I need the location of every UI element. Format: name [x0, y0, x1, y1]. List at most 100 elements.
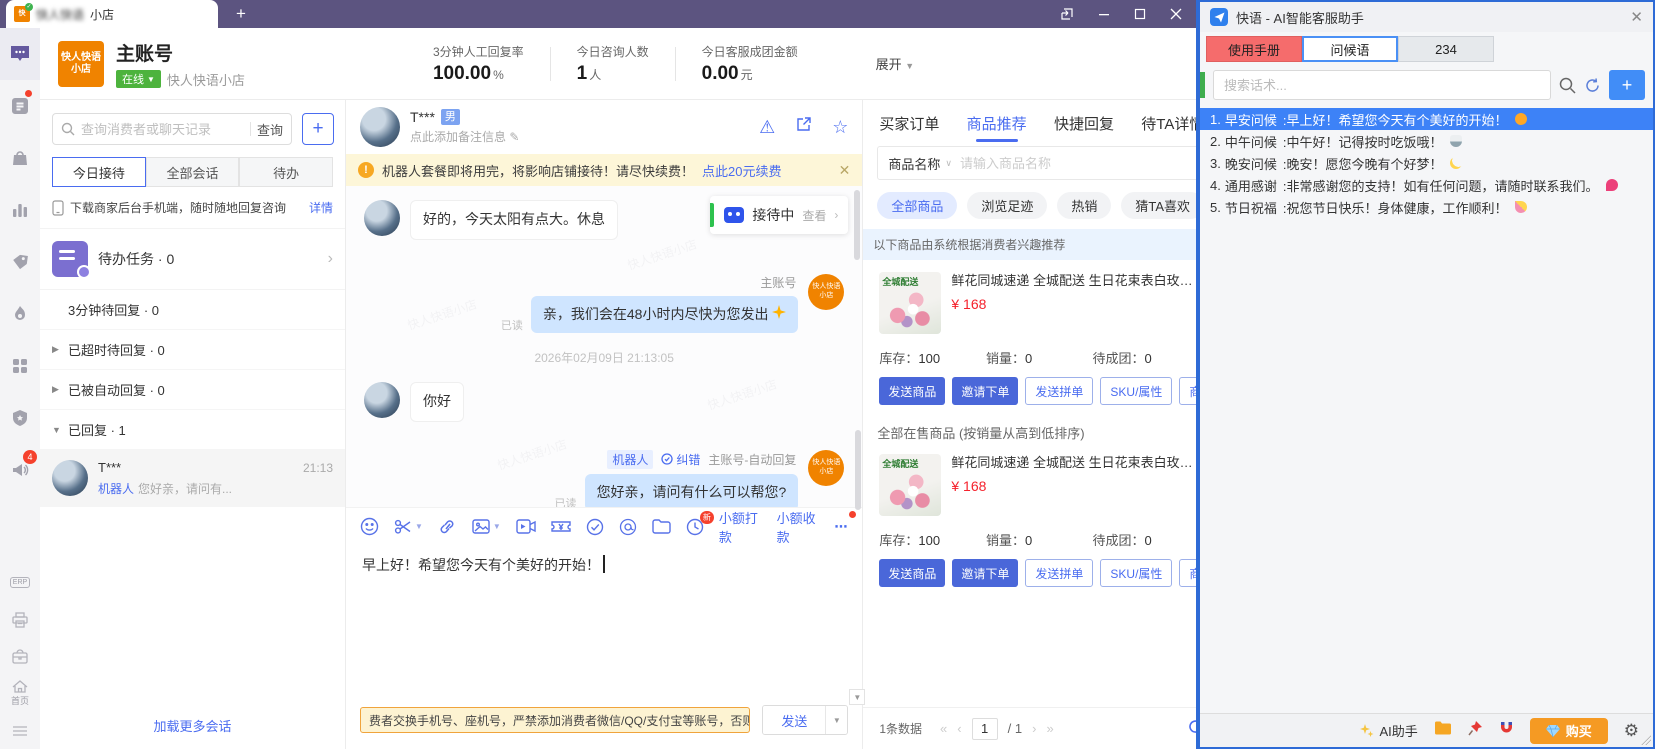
rail-marketing-tag-icon[interactable] [0, 236, 40, 288]
rail-home-icon[interactable]: 首页 [0, 675, 40, 712]
rail-menu-icon[interactable] [0, 712, 40, 749]
group-replied[interactable]: ▼ 已回复 · 1 [40, 410, 345, 450]
phrase-item[interactable]: 2. 中午问候:中午好！记得按时吃饭哦！ [1200, 130, 1653, 152]
prev-page-button[interactable]: ‹ [957, 721, 961, 736]
next-page-button[interactable]: › [1032, 721, 1036, 736]
search-submit-button[interactable]: 查询 [257, 120, 283, 139]
last-page-button[interactable]: » [1046, 721, 1053, 736]
group-3min-pending[interactable]: 3分钟待回复 · 0 [40, 290, 345, 330]
renew-link[interactable]: 点此20元续费 [702, 161, 781, 180]
rail-analytics-icon[interactable] [0, 184, 40, 236]
magnet-icon[interactable] [1499, 720, 1514, 741]
tab-today-reception[interactable]: 今日接待 [52, 157, 146, 187]
load-more-link[interactable]: 加载更多会话 [40, 702, 345, 749]
ai-helper-button[interactable]: AI助手 [1360, 721, 1418, 740]
history-icon[interactable]: 新 [686, 510, 714, 536]
tab-product-recommend[interactable]: 商品推荐 [961, 100, 1033, 146]
conversation-search[interactable]: 查询 [52, 113, 293, 145]
rail-orders-icon[interactable] [0, 80, 40, 132]
image-icon[interactable]: ▼ [472, 518, 501, 535]
tab-todo[interactable]: 待办 [239, 157, 334, 187]
gear-icon[interactable]: ⚙ [1624, 721, 1639, 741]
send-product-button[interactable]: 发送商品 [879, 559, 946, 587]
conversation-item[interactable]: T*** 21:13 机器人 您好亲，请问有... [40, 450, 345, 507]
group-auto-replied[interactable]: ▶ 已被自动回复 · 0 [40, 370, 345, 410]
close-icon[interactable]: ✕ [1630, 8, 1643, 26]
invite-order-button[interactable]: 邀请下单 [952, 559, 1019, 587]
coupon-icon[interactable] [551, 519, 571, 534]
message-input[interactable]: 早上好！希望您今天有个美好的开始！ [346, 545, 862, 703]
invite-order-button[interactable]: 邀请下单 [952, 377, 1019, 405]
rail-printer-icon[interactable] [0, 601, 40, 638]
rail-apps-grid-icon[interactable] [0, 340, 40, 392]
tab-buyer-orders[interactable]: 买家订单 [873, 100, 945, 146]
buy-button[interactable]: 购买 [1529, 717, 1608, 744]
expand-button[interactable]: 展开 ▼ [876, 54, 915, 73]
first-page-button[interactable]: « [940, 721, 947, 736]
minimize-button[interactable] [1098, 8, 1110, 20]
popout-icon[interactable] [1060, 7, 1074, 21]
sku-attr-button[interactable]: SKU/属性 [1100, 559, 1173, 587]
panel-scrollbar[interactable] [855, 430, 862, 510]
add-phrase-button[interactable]: + [1609, 70, 1645, 100]
close-button[interactable] [1170, 8, 1182, 20]
maximize-button[interactable] [1134, 8, 1146, 20]
transfer-icon[interactable] [795, 116, 812, 138]
folder-icon[interactable] [652, 519, 671, 534]
rail-erp-icon[interactable]: ERP [0, 564, 40, 601]
link-icon[interactable] [438, 518, 457, 535]
star-icon[interactable]: ☆ [832, 117, 848, 138]
mention-icon[interactable] [619, 518, 637, 536]
video-icon[interactable] [516, 519, 536, 534]
phrase-search-input[interactable] [1213, 70, 1551, 100]
group-overtime-pending[interactable]: ▶ 已超时待回复 · 0 [40, 330, 345, 370]
new-tab-button[interactable]: + [236, 4, 246, 24]
quick-phrase-icon[interactable]: ▼ [394, 518, 423, 535]
phrase-item[interactable]: 1. 早安问候:早上好！希望您今天有个美好的开始！ [1200, 108, 1653, 130]
scrollbar-down-arrow[interactable]: ▼ [849, 689, 866, 705]
download-detail-link[interactable]: 详情 [309, 199, 333, 216]
product-name-input[interactable] [959, 155, 1194, 171]
chip-browse-history[interactable]: 浏览足迹 [967, 192, 1048, 219]
tab-user-manual[interactable]: 使用手册 [1206, 36, 1302, 62]
tab-greetings[interactable]: 问候语 [1302, 36, 1398, 62]
emoji-icon[interactable] [360, 517, 379, 536]
chat-scrollbar[interactable] [854, 190, 861, 260]
todo-tasks-row[interactable]: 待办任务 · 0 › [40, 229, 345, 290]
filter-field-select[interactable]: 商品名称 ∨ [888, 154, 952, 173]
rail-chat-icon[interactable] [0, 28, 40, 80]
send-options-dropdown[interactable]: ▼ [825, 706, 848, 734]
sku-attr-button[interactable]: SKU/属性 [1100, 377, 1173, 405]
correct-button[interactable]: 纠错 [661, 451, 700, 468]
refresh-icon[interactable] [1584, 77, 1601, 94]
chip-hot-sale[interactable]: 热销 [1057, 192, 1112, 219]
send-group-button[interactable]: 发送拼单 [1025, 377, 1094, 405]
rail-toolbox-icon[interactable] [0, 638, 40, 675]
folder-icon[interactable] [1434, 721, 1452, 740]
reception-view-link[interactable]: 查看 [802, 207, 826, 224]
search-icon[interactable] [1559, 77, 1576, 94]
phrase-item[interactable]: 3. 晚安问候:晚安！愿您今晚有个好梦！ [1200, 152, 1653, 174]
close-icon[interactable]: ✕ [839, 162, 851, 179]
report-warning-icon[interactable]: ⚠ [759, 117, 775, 138]
phrase-item[interactable]: 5. 节日祝福:祝您节日快乐！身体健康，工作顺利！ [1200, 196, 1653, 218]
send-group-button[interactable]: 发送拼单 [1025, 559, 1094, 587]
search-input[interactable] [81, 121, 244, 137]
current-page[interactable]: 1 [971, 717, 998, 740]
add-note-link[interactable]: 点此添加备注信息 ✎ [410, 128, 519, 145]
rail-security-shield-icon[interactable] [0, 392, 40, 444]
tab-quick-replies[interactable]: 快捷回复 [1048, 100, 1120, 146]
check-circle-icon[interactable] [586, 518, 604, 536]
small-payment-link[interactable]: 小额打款 [719, 508, 763, 546]
reception-status-card[interactable]: 接待中 查看 › [710, 196, 849, 234]
rail-hot-sale-icon[interactable] [0, 288, 40, 340]
add-conversation-button[interactable]: + [302, 113, 335, 145]
resize-grip[interactable] [1641, 735, 1651, 745]
rail-announcement-icon[interactable]: 4 [0, 444, 40, 496]
chip-all-products[interactable]: 全部商品 [877, 192, 958, 219]
more-tools-button[interactable]: ⋯ [834, 510, 857, 535]
phrase-item[interactable]: 4. 通用感谢:非常感谢您的支持！如有任何问题，请随时联系我们。 [1200, 174, 1653, 196]
small-collect-link[interactable]: 小额收款 [777, 508, 821, 546]
tab-count[interactable]: 234 [1398, 36, 1494, 62]
pin-icon[interactable] [1468, 720, 1483, 741]
